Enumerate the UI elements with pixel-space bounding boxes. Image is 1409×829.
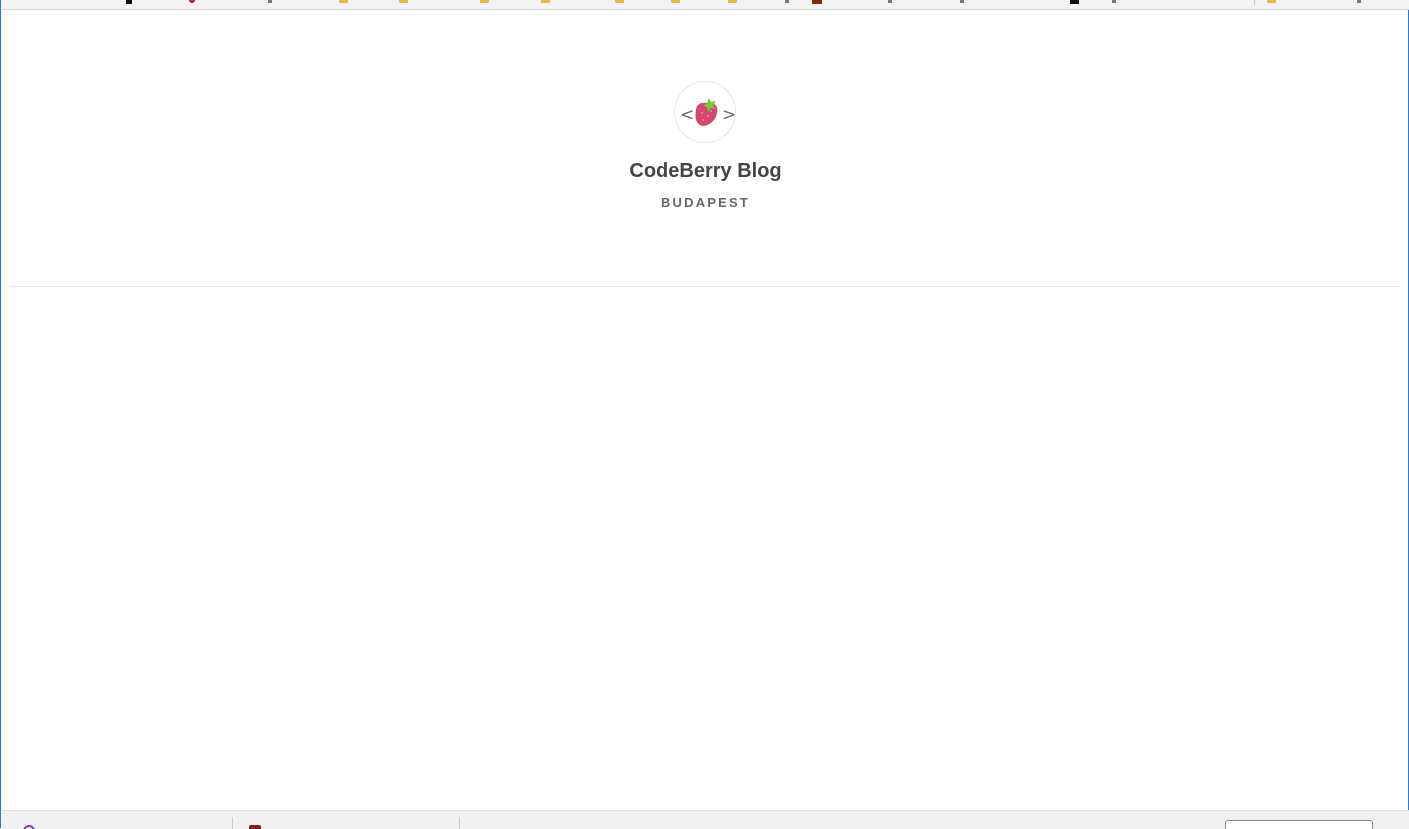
bookmark-icon[interactable] xyxy=(785,0,789,3)
status-separator xyxy=(232,817,233,829)
blog-title[interactable]: CodeBerry Blog xyxy=(10,160,1401,183)
svg-text:<: < xyxy=(680,105,694,125)
codeberry-strawberry-logo-icon: < > xyxy=(680,98,736,126)
status-circle-icon[interactable] xyxy=(23,825,35,829)
browser-window-frame: < > CodeBerry Blog BUDAPEST xyxy=(0,0,1409,829)
bookmark-folder-icon[interactable] xyxy=(671,0,680,3)
status-bar xyxy=(2,810,1409,829)
bookmark-folder-icon[interactable] xyxy=(615,0,624,3)
blog-header: < > CodeBerry Blog BUDAPEST xyxy=(10,10,1401,287)
blog-avatar[interactable]: < > xyxy=(674,81,736,143)
bookmark-folder-icon[interactable] xyxy=(399,0,408,3)
bookmark-folder-icon[interactable] xyxy=(541,0,550,3)
bookmark-folder-icon[interactable] xyxy=(728,0,737,3)
bookmark-icon[interactable] xyxy=(1357,0,1361,3)
bookmark-icon[interactable] xyxy=(268,0,272,3)
status-book-icon[interactable] xyxy=(249,825,261,829)
svg-text:>: > xyxy=(722,105,736,125)
bookmark-folder-icon[interactable] xyxy=(339,0,348,3)
bookmarks-separator xyxy=(1254,0,1255,5)
bookmark-icon[interactable] xyxy=(812,0,822,4)
bookmark-icon[interactable] xyxy=(1112,0,1116,3)
bookmarks-bar xyxy=(2,0,1409,10)
blog-location: BUDAPEST xyxy=(660,195,751,210)
bookmark-icon[interactable] xyxy=(189,0,195,3)
bookmark-icon[interactable] xyxy=(126,0,132,4)
bookmark-icon[interactable] xyxy=(1070,0,1079,4)
bookmark-icon[interactable] xyxy=(960,0,964,3)
bookmark-icon[interactable] xyxy=(888,0,892,3)
bookmark-folder-icon[interactable] xyxy=(480,0,489,3)
status-separator xyxy=(459,817,460,829)
bookmark-folder-icon[interactable] xyxy=(1267,0,1276,3)
